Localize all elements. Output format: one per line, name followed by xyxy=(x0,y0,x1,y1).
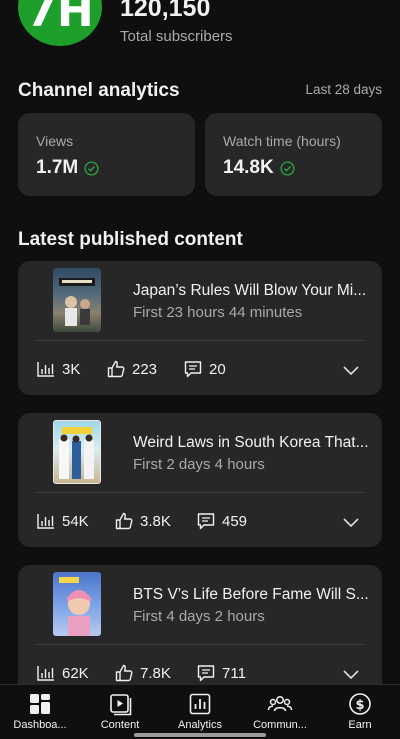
likes-count: 3.8K xyxy=(140,512,171,530)
thumbs-up-icon xyxy=(115,664,133,682)
content-card[interactable]: Weird Laws in South Korea That... First … xyxy=(18,413,382,547)
nav-label: Dashboa... xyxy=(13,719,67,731)
watch-time-value-row: 14.8K xyxy=(223,157,295,179)
comments-count: 459 xyxy=(222,512,248,530)
views-count: 54K xyxy=(62,512,89,530)
divider xyxy=(36,340,364,341)
comment-icon xyxy=(197,665,215,682)
comments-stat: 20 xyxy=(183,359,226,379)
check-circle-icon xyxy=(84,160,99,176)
views-card[interactable]: Views 1.7M xyxy=(18,113,195,196)
chevron-down-icon[interactable] xyxy=(342,665,360,683)
nav-dashboard[interactable]: Dashboa... xyxy=(0,685,80,739)
community-icon xyxy=(267,696,293,712)
comments-count: 20 xyxy=(209,360,226,378)
watch-time-card[interactable]: Watch time (hours) 14.8K xyxy=(205,113,382,196)
likes-count: 223 xyxy=(132,360,158,378)
views-stat: 3K xyxy=(36,359,80,379)
nav-earn[interactable]: $ Earn xyxy=(320,685,400,739)
subscriber-count: 120,150 xyxy=(120,0,211,22)
divider xyxy=(36,492,364,493)
latest-content-title: Latest published content xyxy=(18,229,243,250)
nav-community[interactable]: Commun... xyxy=(240,685,320,739)
views-label: Views xyxy=(36,133,74,149)
dashboard-icon xyxy=(30,694,50,714)
analytics-title: Channel analytics xyxy=(18,80,180,101)
views-count: 3K xyxy=(62,360,81,378)
subscriber-label: Total subscribers xyxy=(120,28,233,45)
earn-icon: $ xyxy=(349,693,371,715)
thumbs-up-icon xyxy=(107,360,125,378)
chevron-down-icon[interactable] xyxy=(342,361,360,379)
comment-icon xyxy=(197,513,215,530)
likes-stat: 7.8K xyxy=(114,663,171,683)
divider xyxy=(36,644,364,645)
views-value-row: 1.7M xyxy=(36,157,99,179)
svg-text:$: $ xyxy=(355,698,364,713)
comments-stat: 711 xyxy=(196,663,246,683)
likes-stat: 3.8K xyxy=(114,511,171,531)
check-circle-icon xyxy=(280,160,295,176)
watch-time-label: Watch time (hours) xyxy=(223,133,341,149)
bar-chart-icon xyxy=(37,666,54,681)
nav-label: Commun... xyxy=(253,719,307,731)
channel-avatar: 7H xyxy=(18,0,102,46)
views-stat: 54K xyxy=(36,511,89,531)
content-title: Weird Laws in South Korea That... xyxy=(133,434,368,451)
content-subtitle: First 4 days 2 hours xyxy=(133,608,265,625)
nav-analytics[interactable]: Analytics xyxy=(160,685,240,739)
views-stat: 62K xyxy=(36,663,89,683)
nav-label: Content xyxy=(100,719,140,731)
nav-label: Earn xyxy=(348,719,372,731)
comments-stat: 459 xyxy=(196,511,247,531)
content-title: BTS V’s Life Before Fame Will S... xyxy=(133,586,368,603)
analytics-range[interactable]: Last 28 days xyxy=(305,82,382,97)
comment-icon xyxy=(184,361,202,378)
content-title: Japan’s Rules Will Blow Your Mi... xyxy=(133,282,367,299)
analytics-icon xyxy=(189,693,211,715)
comments-count: 711 xyxy=(222,664,246,682)
bottom-nav: Dashboa... Content Analytics Commun... $ xyxy=(0,684,400,739)
nav-content[interactable]: Content xyxy=(80,685,160,739)
content-subtitle: First 23 hours 44 minutes xyxy=(133,304,303,321)
video-thumbnail[interactable] xyxy=(53,268,101,332)
video-thumbnail[interactable] xyxy=(53,572,101,636)
views-count: 62K xyxy=(62,664,89,682)
home-indicator xyxy=(134,733,266,737)
watch-time-value: 14.8K xyxy=(223,157,274,178)
likes-count: 7.8K xyxy=(140,664,171,682)
bar-chart-icon xyxy=(37,362,54,377)
content-subtitle: First 2 days 4 hours xyxy=(133,456,265,473)
likes-stat: 223 xyxy=(106,359,157,379)
content-card[interactable]: BTS V’s Life Before Fame Will S... First… xyxy=(18,565,382,699)
content-card[interactable]: Japan’s Rules Will Blow Your Mi... First… xyxy=(18,261,382,395)
content-icon xyxy=(110,694,132,716)
thumbs-up-icon xyxy=(115,512,133,530)
chevron-down-icon[interactable] xyxy=(342,513,360,531)
video-thumbnail[interactable] xyxy=(53,420,101,484)
nav-label: Analytics xyxy=(177,719,223,731)
views-value: 1.7M xyxy=(36,157,79,178)
bar-chart-icon xyxy=(37,514,54,529)
